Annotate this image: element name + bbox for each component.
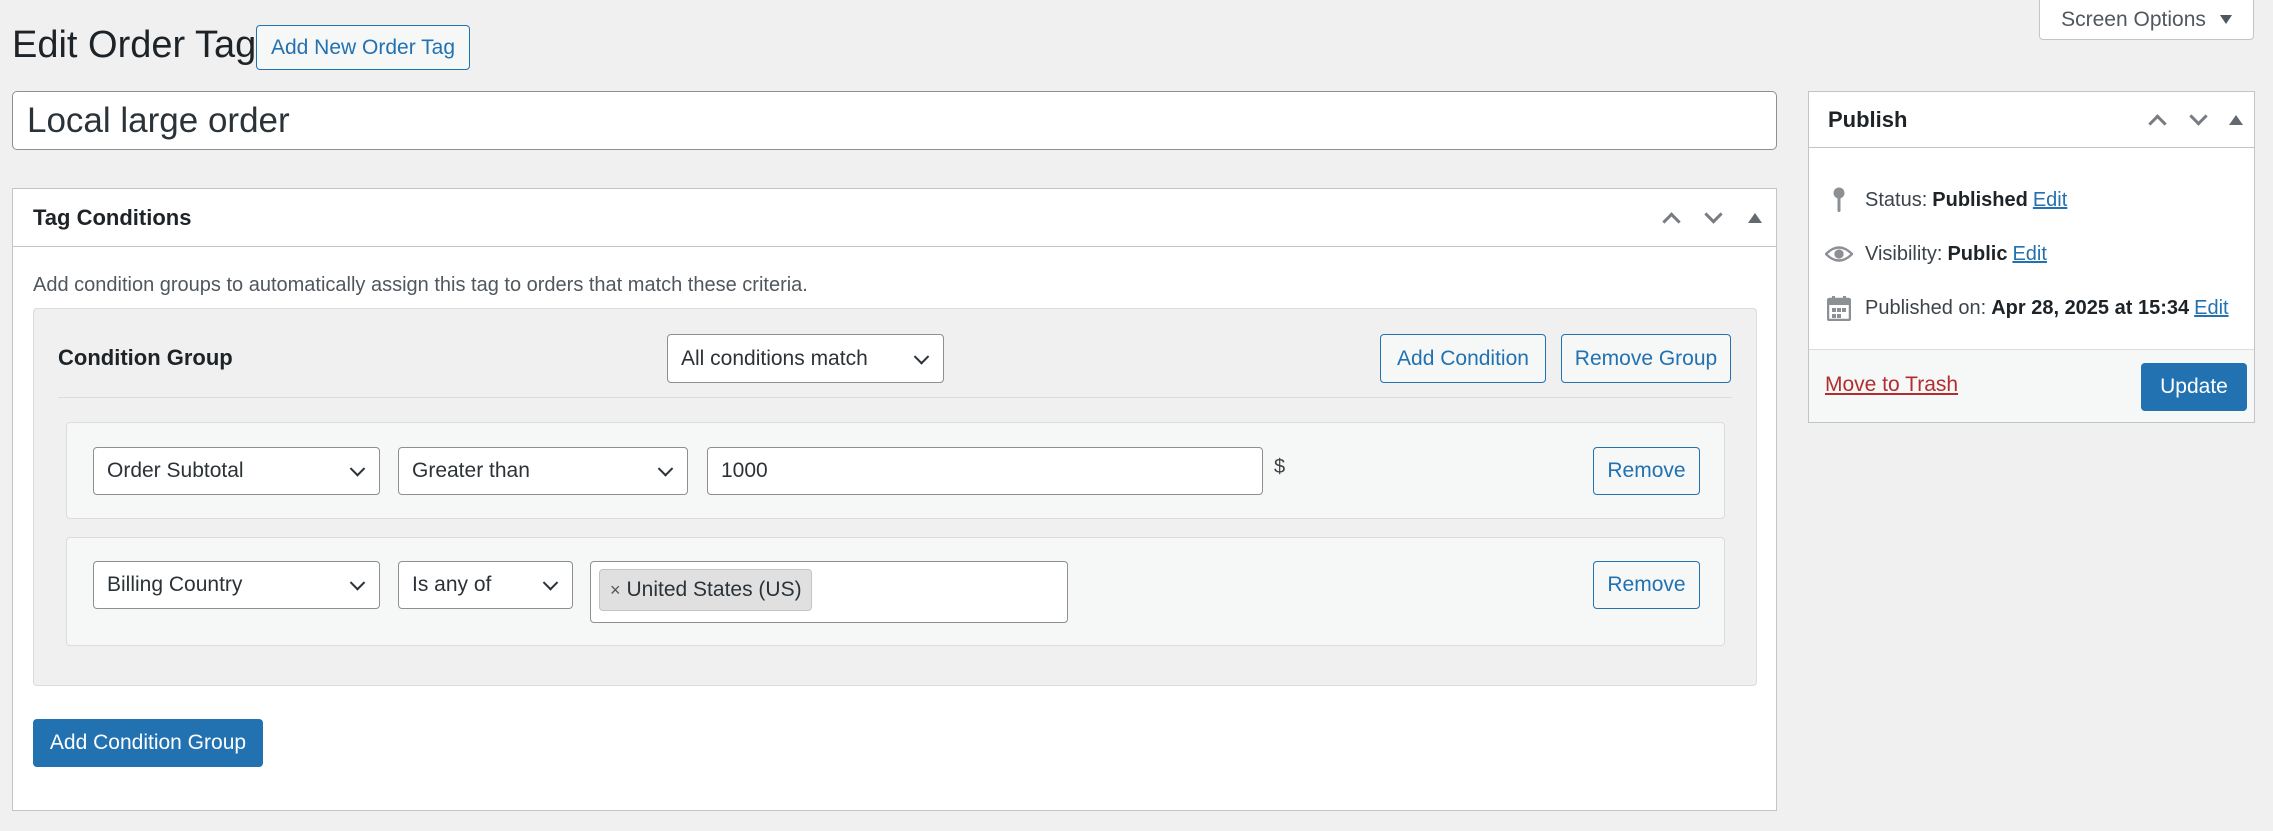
condition-field-value: Billing Country bbox=[107, 573, 243, 596]
publish-box: Publish Status: Published Edit Visibilit… bbox=[1808, 91, 2255, 423]
condition-group: Condition Group All conditions match Add… bbox=[33, 308, 1757, 686]
match-type-select[interactable]: All conditions match bbox=[667, 334, 944, 383]
visibility-row: Visibility: Public Edit bbox=[1825, 240, 2047, 268]
pin-icon bbox=[1825, 186, 1853, 214]
condition-value-input[interactable]: 1000 bbox=[707, 447, 1263, 495]
move-to-trash-link[interactable]: Move to Trash bbox=[1825, 373, 1958, 397]
edit-status-link[interactable]: Edit bbox=[2033, 189, 2067, 212]
condition-row: Order Subtotal Greater than 1000 $ Remov… bbox=[66, 422, 1725, 519]
visibility-label: Visibility: bbox=[1865, 242, 1943, 265]
handle-actions bbox=[1650, 189, 1776, 246]
toggle-panel-button[interactable] bbox=[2218, 92, 2254, 147]
condition-row: Billing Country Is any of × United State… bbox=[66, 537, 1725, 646]
chevron-down-icon bbox=[349, 461, 366, 477]
chevron-down-icon bbox=[349, 575, 366, 591]
chevron-down-icon bbox=[913, 348, 930, 365]
status-label: Status: bbox=[1865, 188, 1928, 211]
eye-icon bbox=[1825, 240, 1853, 268]
screen-options-label: Screen Options bbox=[2061, 7, 2206, 31]
condition-tags-input[interactable]: × United States (US) bbox=[590, 561, 1068, 623]
chevron-down-icon bbox=[2188, 106, 2208, 126]
remove-group-button[interactable]: Remove Group bbox=[1561, 334, 1731, 383]
chevron-down-icon bbox=[657, 461, 674, 477]
conditions-description: Add condition groups to automatically as… bbox=[33, 274, 808, 296]
calendar-icon bbox=[1825, 294, 1853, 322]
condition-field-select[interactable]: Order Subtotal bbox=[93, 447, 380, 495]
move-up-button[interactable] bbox=[2136, 92, 2178, 147]
condition-operator-select[interactable]: Is any of bbox=[398, 561, 573, 609]
remove-condition-button[interactable]: Remove bbox=[1593, 561, 1700, 609]
condition-operator-select[interactable]: Greater than bbox=[398, 447, 688, 495]
chevron-down-icon bbox=[542, 575, 559, 591]
condition-operator-value: Is any of bbox=[412, 573, 492, 596]
move-down-button[interactable] bbox=[2178, 92, 2218, 147]
move-up-button[interactable] bbox=[1650, 189, 1692, 246]
visibility-value: Public bbox=[1947, 242, 2008, 265]
selected-tag-label: United States (US) bbox=[626, 578, 802, 601]
condition-field-value: Order Subtotal bbox=[107, 459, 244, 482]
condition-field-select[interactable]: Billing Country bbox=[93, 561, 380, 609]
handle-actions bbox=[2136, 92, 2254, 147]
chevron-down-icon bbox=[1703, 204, 1723, 224]
publish-actions: Move to Trash Update bbox=[1809, 349, 2254, 422]
page-title: Edit Order Tag bbox=[12, 24, 257, 66]
published-value: Apr 28, 2025 at 15:34 bbox=[1991, 296, 2190, 319]
condition-group-title: Condition Group bbox=[58, 345, 233, 370]
group-divider bbox=[58, 397, 1732, 398]
published-on-row: Published on: Apr 28, 2025 at 15:34 Edit bbox=[1825, 294, 2229, 322]
add-condition-button[interactable]: Add Condition bbox=[1380, 334, 1546, 383]
status-value: Published bbox=[1932, 188, 2028, 211]
remove-condition-button[interactable]: Remove bbox=[1593, 447, 1700, 495]
currency-unit: $ bbox=[1274, 456, 1286, 478]
update-button[interactable]: Update bbox=[2141, 363, 2247, 411]
toggle-panel-button[interactable] bbox=[1734, 189, 1776, 246]
publish-header: Publish bbox=[1809, 92, 2254, 148]
chevron-up-icon bbox=[2147, 113, 2167, 133]
tag-conditions-header: Tag Conditions bbox=[13, 189, 1776, 247]
caret-down-icon bbox=[2219, 15, 2232, 24]
move-down-button[interactable] bbox=[1692, 189, 1734, 246]
edit-date-link[interactable]: Edit bbox=[2194, 297, 2228, 320]
add-condition-group-button[interactable]: Add Condition Group bbox=[33, 719, 263, 767]
screen-options-button[interactable]: Screen Options bbox=[2039, 0, 2254, 40]
match-type-value: All conditions match bbox=[681, 346, 868, 370]
publish-title: Publish bbox=[1828, 106, 1908, 132]
condition-operator-value: Greater than bbox=[412, 459, 530, 482]
toggle-arrow-icon bbox=[1748, 212, 1762, 223]
selected-tag: × United States (US) bbox=[599, 569, 812, 611]
remove-tag-icon[interactable]: × bbox=[610, 580, 621, 601]
edit-visibility-link[interactable]: Edit bbox=[2012, 243, 2046, 266]
chevron-up-icon bbox=[1661, 211, 1681, 231]
tag-conditions-title: Tag Conditions bbox=[33, 204, 192, 230]
add-new-order-tag-button[interactable]: Add New Order Tag bbox=[256, 25, 470, 70]
published-label: Published on: bbox=[1865, 296, 1987, 319]
status-row: Status: Published Edit bbox=[1825, 186, 2067, 214]
toggle-arrow-icon bbox=[2229, 114, 2243, 125]
tag-title-input[interactable]: Local large order bbox=[12, 91, 1777, 150]
